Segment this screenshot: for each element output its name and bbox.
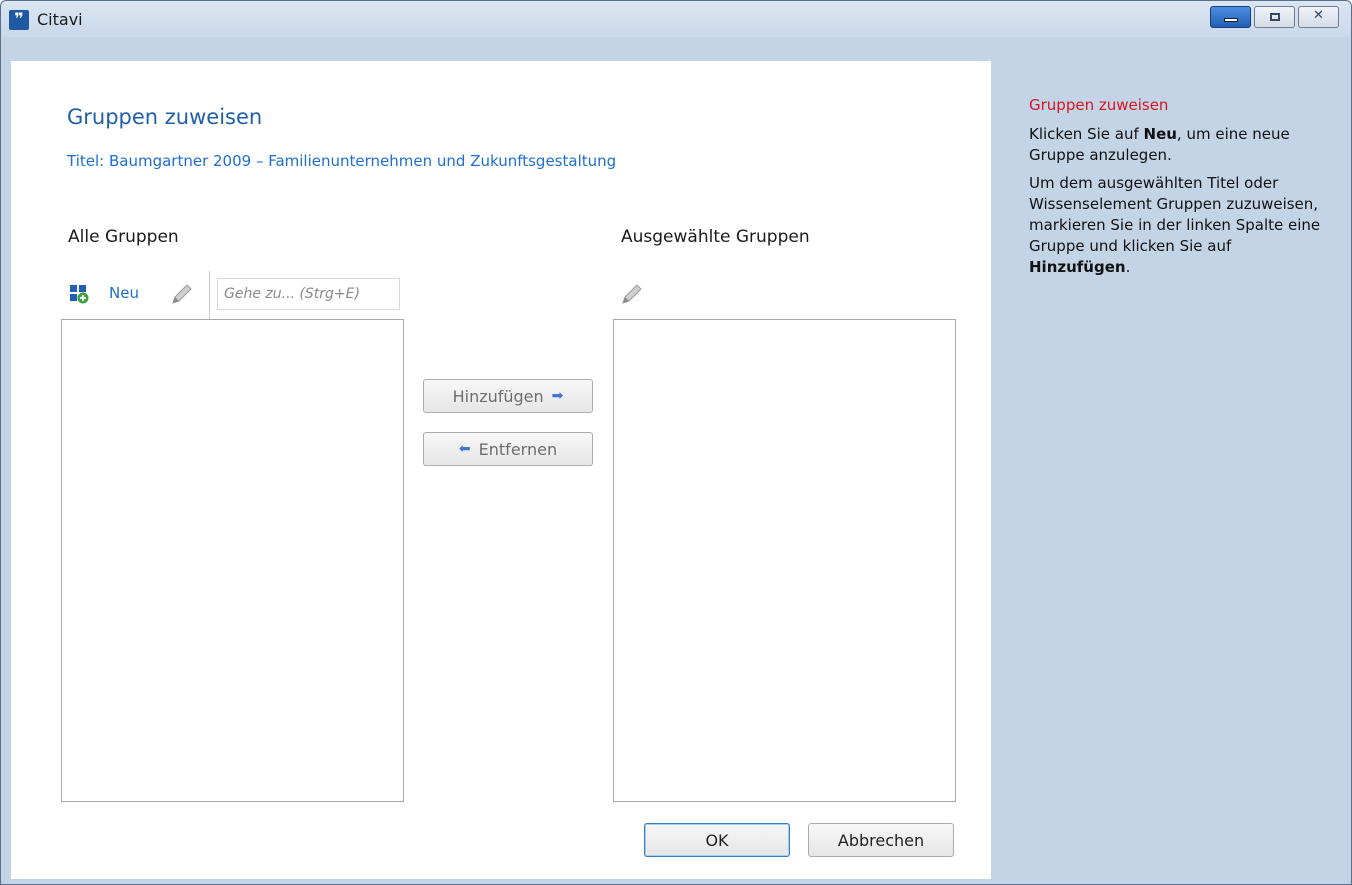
goto-search-input[interactable]	[217, 278, 400, 310]
ok-button[interactable]: OK	[644, 823, 790, 857]
help-panel: Gruppen zuweisen Klicken Sie auf Neu, um…	[1029, 95, 1329, 285]
help-title: Gruppen zuweisen	[1029, 96, 1169, 114]
toolbar-divider	[209, 271, 210, 319]
help-emphasis: Neu	[1143, 125, 1177, 143]
arrow-left-icon: ⬅	[458, 441, 471, 457]
help-text: Klicken Sie auf	[1029, 125, 1144, 143]
remove-button-label: Entfernen	[478, 439, 558, 459]
cancel-button[interactable]: Abbrechen	[808, 823, 954, 857]
close-icon[interactable]	[1298, 6, 1339, 28]
window-controls	[1210, 6, 1339, 28]
citavi-window: ❞ Citavi Gruppen zuweisen Titel: Baumgar…	[0, 0, 1352, 885]
cancel-button-label: Abbrechen	[837, 830, 925, 850]
pencil-icon[interactable]	[169, 281, 195, 307]
all-groups-list[interactable]	[61, 319, 404, 802]
help-paragraph-assign: Um dem ausgewählten Titel oder Wissensel…	[1029, 173, 1329, 278]
dialog-subtitle: Titel: Baumgartner 2009 – Familienuntern…	[67, 152, 617, 170]
new-group-button[interactable]: Neu	[109, 284, 139, 302]
window-title: Citavi	[37, 10, 83, 29]
add-button-label: Hinzufügen	[452, 386, 544, 406]
help-text: .	[1125, 258, 1131, 276]
minimize-icon[interactable]	[1210, 6, 1251, 28]
help-emphasis: Hinzufügen	[1029, 258, 1126, 276]
pencil-icon[interactable]	[619, 281, 645, 307]
add-group-icon[interactable]	[69, 284, 89, 304]
selected-groups-list[interactable]	[613, 319, 956, 802]
arrow-right-icon: ➡	[551, 388, 564, 404]
remove-button[interactable]: ⬅ Entfernen	[423, 432, 593, 466]
dialog-title: Gruppen zuweisen	[67, 105, 263, 129]
add-button[interactable]: Hinzufügen ➡	[423, 379, 593, 413]
citavi-logo-icon: ❞	[9, 10, 29, 30]
title-bar[interactable]: ❞ Citavi	[1, 1, 1351, 37]
help-paragraph-new: Klicken Sie auf Neu, um eine neue Gruppe…	[1029, 124, 1329, 166]
dialog-content: Gruppen zuweisen Titel: Baumgartner 2009…	[11, 61, 991, 879]
selected-groups-heading: Ausgewählte Gruppen	[621, 227, 810, 247]
help-text: Um dem ausgewählten Titel oder Wissensel…	[1029, 174, 1321, 255]
ok-button-label: OK	[705, 830, 729, 850]
maximize-icon[interactable]	[1254, 6, 1295, 28]
left-toolbar: Neu	[69, 271, 409, 319]
all-groups-heading: Alle Gruppen	[68, 227, 179, 247]
